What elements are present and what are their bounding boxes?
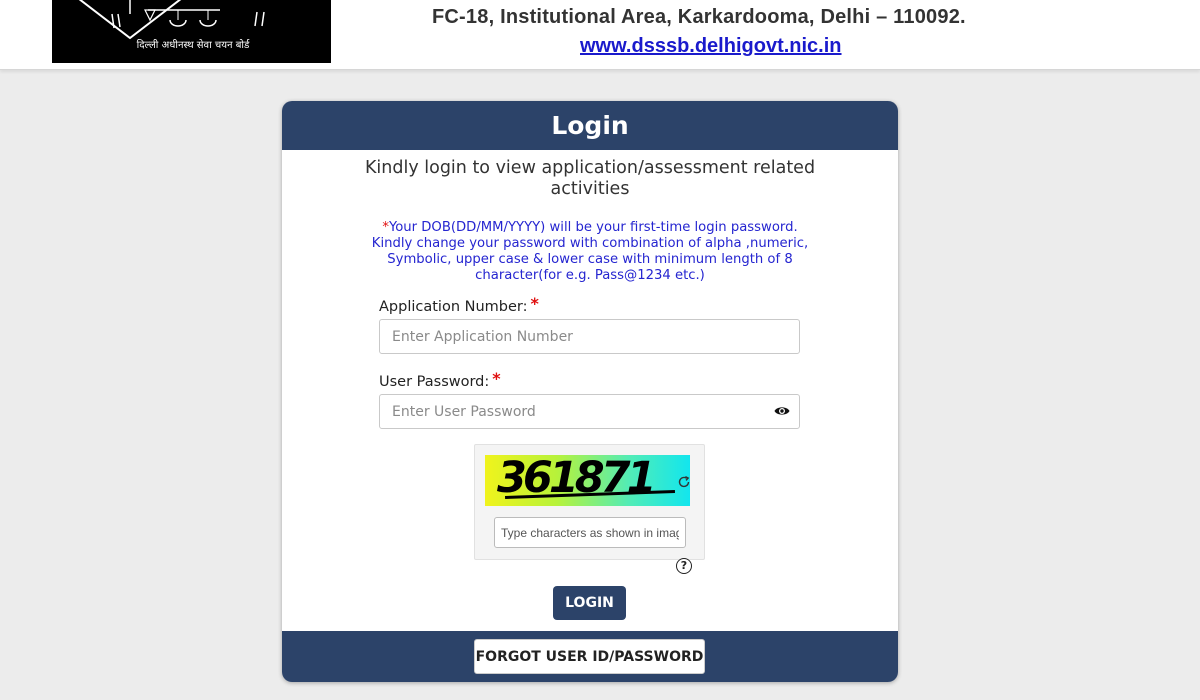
captcha-input[interactable] — [494, 517, 686, 548]
office-address: FC-18, Institutional Area, Karkardooma, … — [432, 6, 966, 28]
emblem-logo-icon: दिल्ली अधीनस्थ सेवा चयन बोर्ड — [78, 0, 265, 51]
application-number-input[interactable] — [379, 319, 800, 354]
required-marker: * — [492, 369, 501, 388]
required-marker: * — [530, 294, 539, 313]
eye-icon[interactable] — [774, 405, 790, 417]
login-intro: Kindly login to view application/assessm… — [364, 158, 816, 199]
login-card: Login Kindly login to view application/a… — [282, 101, 898, 682]
site-header: दिल्ली अधीनस्थ सेवा चयन बोर्ड FC-18, Ins… — [0, 0, 1200, 70]
login-button[interactable]: LOGIN — [553, 586, 626, 620]
password-input[interactable] — [379, 394, 800, 429]
dsssb-logo: दिल्ली अधीनस्थ सेवा चयन बोर्ड — [52, 0, 331, 63]
captcha-image: 361871 — [485, 455, 690, 506]
logo-text: दिल्ली अधीनस्थ सेवा चयन बोर्ड — [137, 39, 251, 51]
note-asterisk: * — [382, 220, 389, 235]
password-label-text: User Password: — [379, 374, 490, 390]
application-number-label-text: Application Number: — [379, 299, 528, 315]
help-icon[interactable]: ? — [676, 558, 692, 574]
password-note: *Your DOB(DD/MM/YYYY) will be your first… — [368, 220, 812, 284]
password-label: User Password: * — [379, 369, 501, 390]
refresh-icon[interactable] — [677, 475, 691, 489]
application-number-label: Application Number: * — [379, 294, 539, 315]
forgot-password-button[interactable]: FORGOT USER ID/PASSWORD — [474, 639, 705, 674]
login-title: Login — [282, 101, 898, 150]
note-text: Your DOB(DD/MM/YYYY) will be your first-… — [371, 220, 809, 283]
website-link[interactable]: www.dsssb.delhigovt.nic.in — [580, 35, 842, 58]
